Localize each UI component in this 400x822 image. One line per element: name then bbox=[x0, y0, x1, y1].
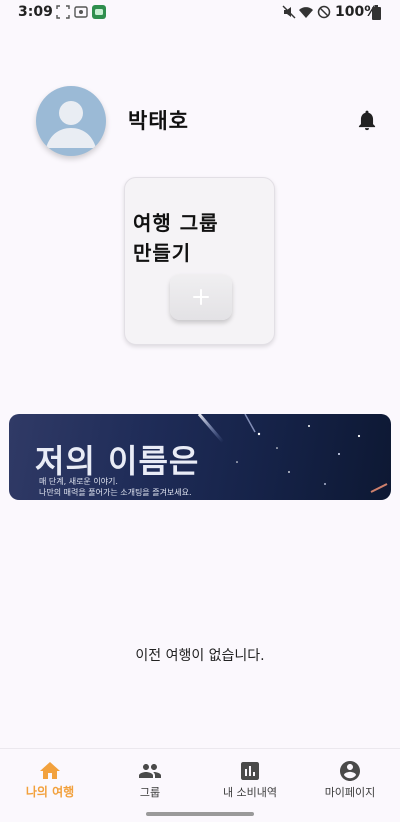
status-bar: 3:09 100% bbox=[0, 0, 400, 26]
nav-item-my-spending[interactable]: 내 소비내역 bbox=[200, 749, 300, 809]
bar-chart-icon bbox=[241, 762, 259, 780]
group-icon bbox=[139, 764, 161, 778]
add-group-button[interactable] bbox=[170, 274, 232, 320]
status-time: 3:09 bbox=[18, 4, 53, 20]
screen: 3:09 100% 박태호 여행 그룹 만들기 저의 이름은 매 단계, 새로운… bbox=[0, 0, 400, 822]
user-name: 박태호 bbox=[128, 109, 189, 133]
person-placeholder-icon bbox=[46, 101, 96, 148]
nav-label: 마이페이지 bbox=[324, 786, 376, 799]
nav-item-group[interactable]: 그룹 bbox=[100, 749, 200, 809]
screenshot-icon bbox=[56, 5, 70, 19]
nav-item-my-page[interactable]: 마이페이지 bbox=[300, 749, 400, 809]
notification-bell-icon[interactable] bbox=[356, 110, 378, 132]
nav-label: 그룹 bbox=[139, 786, 161, 799]
wifi-icon bbox=[299, 7, 313, 18]
app-notification-icon bbox=[92, 5, 106, 19]
create-group-title: 여행 그룹 만들기 bbox=[133, 211, 219, 265]
nav-label: 내 소비내역 bbox=[222, 786, 278, 799]
account-icon bbox=[340, 761, 360, 781]
home-icon bbox=[40, 762, 60, 779]
empty-trips-message: 이전 여행이 없습니다. bbox=[135, 648, 265, 664]
avatar[interactable] bbox=[36, 86, 106, 156]
nav-item-my-trips[interactable]: 나의 여행 bbox=[0, 749, 100, 809]
banner-subtitle: 매 단계, 새로운 이야기. bbox=[39, 477, 118, 486]
screen-record-icon bbox=[74, 6, 88, 18]
bottom-navigation: 나의 여행 그룹 내 소비내역 마이페이지 bbox=[0, 748, 400, 822]
promo-banner[interactable]: 저의 이름은 매 단계, 새로운 이야기. 나만의 매력을 풀어가는 소개팅을 … bbox=[9, 414, 391, 500]
home-indicator[interactable] bbox=[146, 812, 254, 816]
mute-icon bbox=[282, 5, 296, 19]
do-not-disturb-icon bbox=[317, 5, 331, 19]
banner-subtitle: 나만의 매력을 풀어가는 소개팅을 즐겨보세요. bbox=[39, 488, 192, 497]
create-group-card[interactable]: 여행 그룹 만들기 bbox=[124, 177, 275, 345]
nav-label: 나의 여행 bbox=[25, 785, 75, 799]
battery-icon bbox=[372, 5, 381, 20]
